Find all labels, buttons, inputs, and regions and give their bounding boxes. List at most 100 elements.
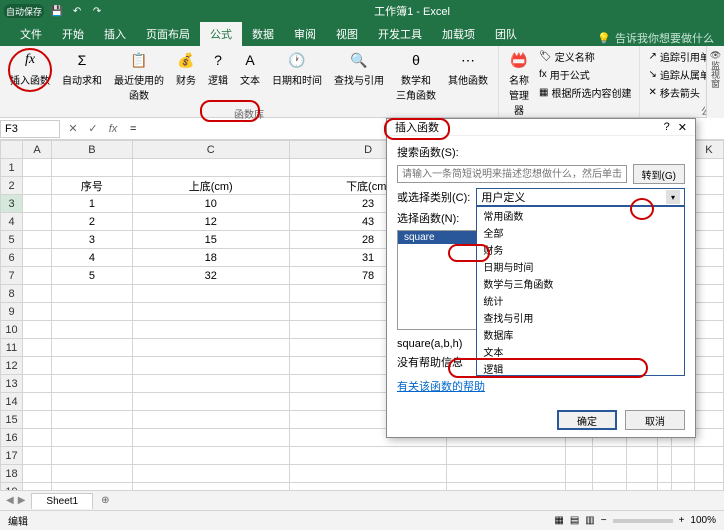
financial-button[interactable]: 💰财务: [172, 48, 200, 104]
category-select[interactable]: 用户定义 ▾: [476, 188, 685, 206]
tell-me-search[interactable]: 💡 告诉我你想要做什么: [597, 30, 724, 46]
next-sheet-icon[interactable]: ▶: [18, 495, 26, 506]
cell[interactable]: 1: [52, 195, 132, 213]
recent-functions-button[interactable]: 📋最近使用的 函数: [110, 48, 168, 104]
category-option[interactable]: 统计: [477, 292, 684, 309]
view-normal-icon[interactable]: ▦: [554, 515, 563, 526]
search-function-input[interactable]: [397, 165, 627, 183]
row-header[interactable]: 6: [1, 249, 23, 267]
cell[interactable]: 3: [52, 231, 132, 249]
math-button[interactable]: θ数学和 三角函数: [392, 48, 440, 104]
tab-layout[interactable]: 页面布局: [136, 22, 200, 46]
zoom-out-icon[interactable]: −: [601, 515, 607, 526]
lookup-button[interactable]: 🔍查找与引用: [330, 48, 388, 104]
cell[interactable]: 10: [132, 195, 289, 213]
select-all-corner[interactable]: [1, 141, 23, 159]
zoom-level[interactable]: 100%: [690, 515, 716, 526]
tab-dev[interactable]: 开发工具: [368, 22, 432, 46]
watch-window-button[interactable]: 👁监视窗: [706, 46, 724, 118]
col-header[interactable]: B: [52, 141, 132, 159]
row-header[interactable]: 7: [1, 267, 23, 285]
category-option[interactable]: 文本: [477, 343, 684, 360]
row-header[interactable]: 5: [1, 231, 23, 249]
category-option[interactable]: 数据库: [477, 326, 684, 343]
create-from-selection-button[interactable]: ▦根据所选内容创建: [537, 84, 633, 101]
cell[interactable]: 12: [132, 213, 289, 231]
col-header[interactable]: A: [23, 141, 52, 159]
cell[interactable]: 18: [132, 249, 289, 267]
name-box[interactable]: F3: [0, 120, 60, 138]
ok-button[interactable]: 确定: [557, 410, 617, 430]
tab-addin[interactable]: 加载项: [432, 22, 485, 46]
row-header[interactable]: 18: [1, 465, 23, 483]
save-icon[interactable]: 💾: [50, 4, 64, 18]
row-header[interactable]: 10: [1, 321, 23, 339]
view-layout-icon[interactable]: ▤: [570, 515, 579, 526]
cancel-button[interactable]: 取消: [625, 410, 685, 430]
undo-icon[interactable]: ↶: [70, 4, 84, 18]
row-header[interactable]: 9: [1, 303, 23, 321]
row-header[interactable]: 12: [1, 357, 23, 375]
tab-formula[interactable]: 公式: [200, 22, 242, 46]
row-header[interactable]: 4: [1, 213, 23, 231]
tab-team[interactable]: 团队: [485, 22, 527, 46]
cell[interactable]: 5: [52, 267, 132, 285]
cell[interactable]: 4: [52, 249, 132, 267]
dialog-close-icon[interactable]: ✕: [678, 121, 687, 134]
tab-review[interactable]: 审阅: [284, 22, 326, 46]
function-help-link[interactable]: 有关该函数的帮助: [397, 378, 685, 394]
category-option[interactable]: 日期与时间: [477, 258, 684, 275]
cell[interactable]: 上底(cm): [132, 177, 289, 195]
sheet-tab[interactable]: Sheet1: [31, 493, 93, 509]
add-sheet-button[interactable]: ⊕: [93, 495, 117, 506]
more-functions-button[interactable]: ⋯其他函数: [444, 48, 492, 104]
category-option[interactable]: 全部: [477, 224, 684, 241]
row-header[interactable]: 13: [1, 375, 23, 393]
fx-bar-icon[interactable]: fx: [104, 120, 122, 138]
row-header[interactable]: 3: [1, 195, 23, 213]
cell[interactable]: 2: [52, 213, 132, 231]
tab-insert[interactable]: 插入: [94, 22, 136, 46]
cell[interactable]: 32: [132, 267, 289, 285]
name-manager-button[interactable]: 📛名称 管理器: [505, 48, 533, 119]
text-button[interactable]: A文本: [236, 48, 264, 104]
category-option[interactable]: 常用函数: [477, 207, 684, 224]
row-header[interactable]: 16: [1, 429, 23, 447]
category-option[interactable]: 查找与引用: [477, 309, 684, 326]
row-header[interactable]: 14: [1, 393, 23, 411]
tab-file[interactable]: 文件: [10, 22, 52, 46]
tab-home[interactable]: 开始: [52, 22, 94, 46]
cancel-formula-icon[interactable]: ✕: [64, 120, 82, 138]
row-header[interactable]: 8: [1, 285, 23, 303]
redo-icon[interactable]: ↷: [90, 4, 104, 18]
col-header[interactable]: C: [132, 141, 289, 159]
zoom-slider[interactable]: [613, 519, 673, 523]
cell[interactable]: 序号: [52, 177, 132, 195]
prev-sheet-icon[interactable]: ◀: [6, 495, 14, 506]
col-header[interactable]: K: [694, 141, 723, 159]
sheet-nav[interactable]: ◀▶: [0, 495, 31, 506]
autosum-button[interactable]: Σ自动求和: [58, 48, 106, 104]
zoom-in-icon[interactable]: +: [679, 515, 685, 526]
define-name-button[interactable]: 🏷定义名称: [537, 48, 633, 65]
row-header[interactable]: 19: [1, 483, 23, 491]
datetime-button[interactable]: 🕐日期和时间: [268, 48, 326, 104]
row-header[interactable]: 17: [1, 447, 23, 465]
row-header[interactable]: 2: [1, 177, 23, 195]
cell[interactable]: 15: [132, 231, 289, 249]
row-header[interactable]: 1: [1, 159, 23, 177]
view-pagebreak-icon[interactable]: ▥: [585, 515, 594, 526]
use-in-formula-button[interactable]: fx用于公式: [537, 66, 633, 83]
enter-formula-icon[interactable]: ✓: [84, 120, 102, 138]
row-header[interactable]: 15: [1, 411, 23, 429]
dialog-help-icon[interactable]: ?: [664, 121, 670, 134]
row-header[interactable]: 11: [1, 339, 23, 357]
tab-data[interactable]: 数据: [242, 22, 284, 46]
insert-function-button[interactable]: fx插入函数: [6, 48, 54, 104]
go-button[interactable]: 转到(G): [633, 164, 685, 184]
autosave-toggle[interactable]: 自动保存: [4, 4, 44, 18]
logical-button[interactable]: ?逻辑: [204, 48, 232, 104]
category-option[interactable]: 财务: [477, 241, 684, 258]
tab-view[interactable]: 视图: [326, 22, 368, 46]
category-option[interactable]: 数学与三角函数: [477, 275, 684, 292]
